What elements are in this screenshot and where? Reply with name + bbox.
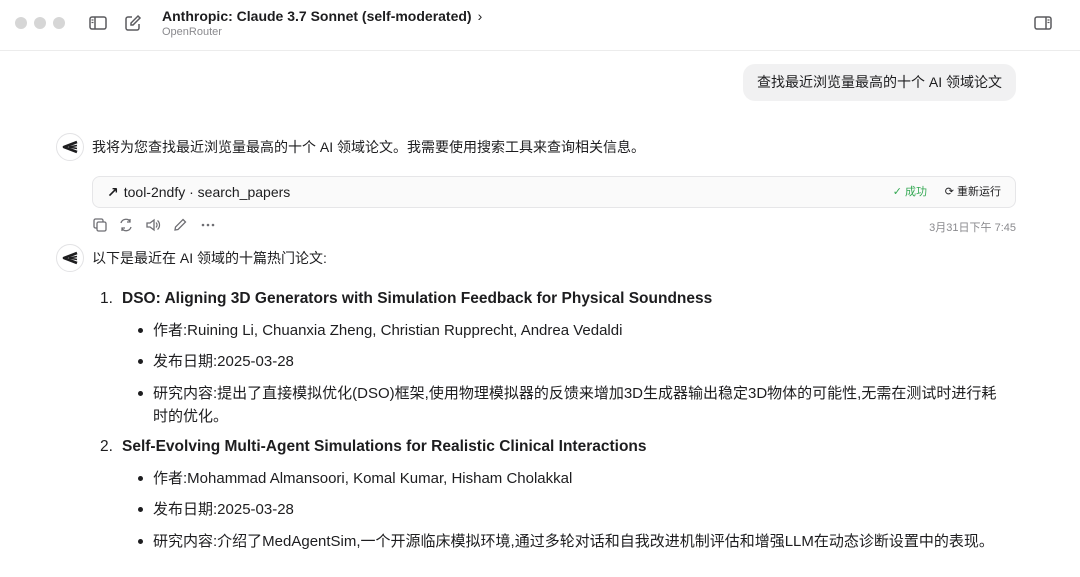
bullet-icon	[138, 539, 143, 544]
close-window-button[interactable]	[15, 17, 27, 29]
paper-content-text: 研究内容:介绍了MedAgentSim,一个开源临床模拟环境,通过多轮对话和自我…	[153, 533, 994, 550]
bullet-icon	[138, 328, 143, 333]
tool-status-badge: ✓ 成功	[893, 177, 927, 208]
claude-logo-icon	[56, 244, 84, 272]
paper-title-text: DSO: Aligning 3D Generators with Simulat…	[122, 290, 713, 307]
copy-icon[interactable]	[92, 217, 108, 233]
assistant-intro-text: 我将为您查找最近浏览量最高的十个 AI 领域论文。我需要使用搜索工具来查询相关信…	[92, 139, 646, 155]
paper-authors: 作者:Mohammad Almansoori, Komal Kumar, His…	[138, 467, 1008, 490]
paper-date-text: 发布日期:2025-03-28	[153, 353, 294, 370]
tool-call-label: tool-2ndfy · search_papers	[123, 184, 291, 200]
paper-content: 研究内容:介绍了MedAgentSim,一个开源临床模拟环境,通过多轮对话和自我…	[138, 530, 1008, 553]
paper-date: 发布日期:2025-03-28	[138, 350, 1008, 373]
refresh-icon: ⟳	[944, 186, 957, 198]
paper-authors-text: 作者:Ruining Li, Chuanxia Zheng, Christian…	[153, 322, 623, 339]
paper-title-text: Self-Evolving Multi-Agent Simulations fo…	[122, 438, 647, 455]
model-title-text: Anthropic: Claude 3.7 Sonnet (self-moder…	[162, 8, 472, 24]
sidebar-toggle-icon[interactable]	[88, 13, 108, 33]
compose-icon[interactable]	[123, 13, 143, 33]
zoom-window-button[interactable]	[53, 17, 65, 29]
tool-call-bar[interactable]: ↗ tool-2ndfy · search_papers ✓ 成功 ⟳ 重新运行	[92, 176, 1016, 208]
more-icon[interactable]	[200, 217, 216, 233]
regenerate-icon[interactable]	[118, 217, 134, 233]
speaker-icon[interactable]	[145, 217, 161, 233]
title-bar: Anthropic: Claude 3.7 Sonnet (self-moder…	[0, 0, 1080, 51]
paper-date: 发布日期:2025-03-28	[138, 498, 1008, 521]
rerun-button[interactable]: ⟳ 重新运行	[945, 177, 1001, 208]
paper-content-text: 研究内容:提出了直接模拟优化(DSO)框架,使用物理模拟器的反馈来增加3D生成器…	[153, 385, 997, 425]
bullet-icon	[138, 359, 143, 364]
tool-arrow-icon: ↗	[107, 184, 119, 200]
claude-logo-icon	[56, 133, 84, 161]
minimize-window-button[interactable]	[34, 17, 46, 29]
chevron-right-icon: ›	[477, 8, 483, 24]
user-message-bubble: 查找最近浏览量最高的十个 AI 领域论文	[742, 64, 1016, 101]
check-icon: ✓	[892, 186, 905, 198]
paper-authors-text: 作者:Mohammad Almansoori, Komal Kumar, His…	[153, 470, 573, 487]
paper-content: 研究内容:提出了直接模拟优化(DSO)框架,使用物理模拟器的反馈来增加3D生成器…	[138, 382, 1008, 428]
tool-call-name: ↗ tool-2ndfy · search_papers	[107, 177, 290, 208]
bullet-icon	[138, 391, 143, 396]
message-timestamp: 3月31日下午 7:45	[929, 222, 1016, 234]
model-title[interactable]: Anthropic: Claude 3.7 Sonnet (self-moder…	[162, 8, 482, 24]
provider-subtitle: OpenRouter	[162, 26, 222, 38]
right-panel-icon[interactable]	[1033, 13, 1053, 33]
paper-authors: 作者:Ruining Li, Chuanxia Zheng, Christian…	[138, 319, 1008, 342]
tool-status-text: 成功	[905, 186, 927, 198]
bullet-icon	[138, 476, 143, 481]
bullet-icon	[138, 507, 143, 512]
paper-title: 1. DSO: Aligning 3D Generators with Simul…	[100, 290, 712, 308]
rerun-label: 重新运行	[957, 186, 1001, 198]
paper-number: 1.	[100, 290, 113, 307]
edit-icon[interactable]	[172, 217, 188, 233]
assistant-reply-intro: 以下是最近在 AI 领域的十篇热门论文:	[92, 250, 327, 266]
paper-number: 2.	[100, 438, 113, 455]
paper-date-text: 发布日期:2025-03-28	[153, 501, 294, 518]
paper-title: 2. Self-Evolving Multi-Agent Simulations …	[100, 438, 647, 456]
